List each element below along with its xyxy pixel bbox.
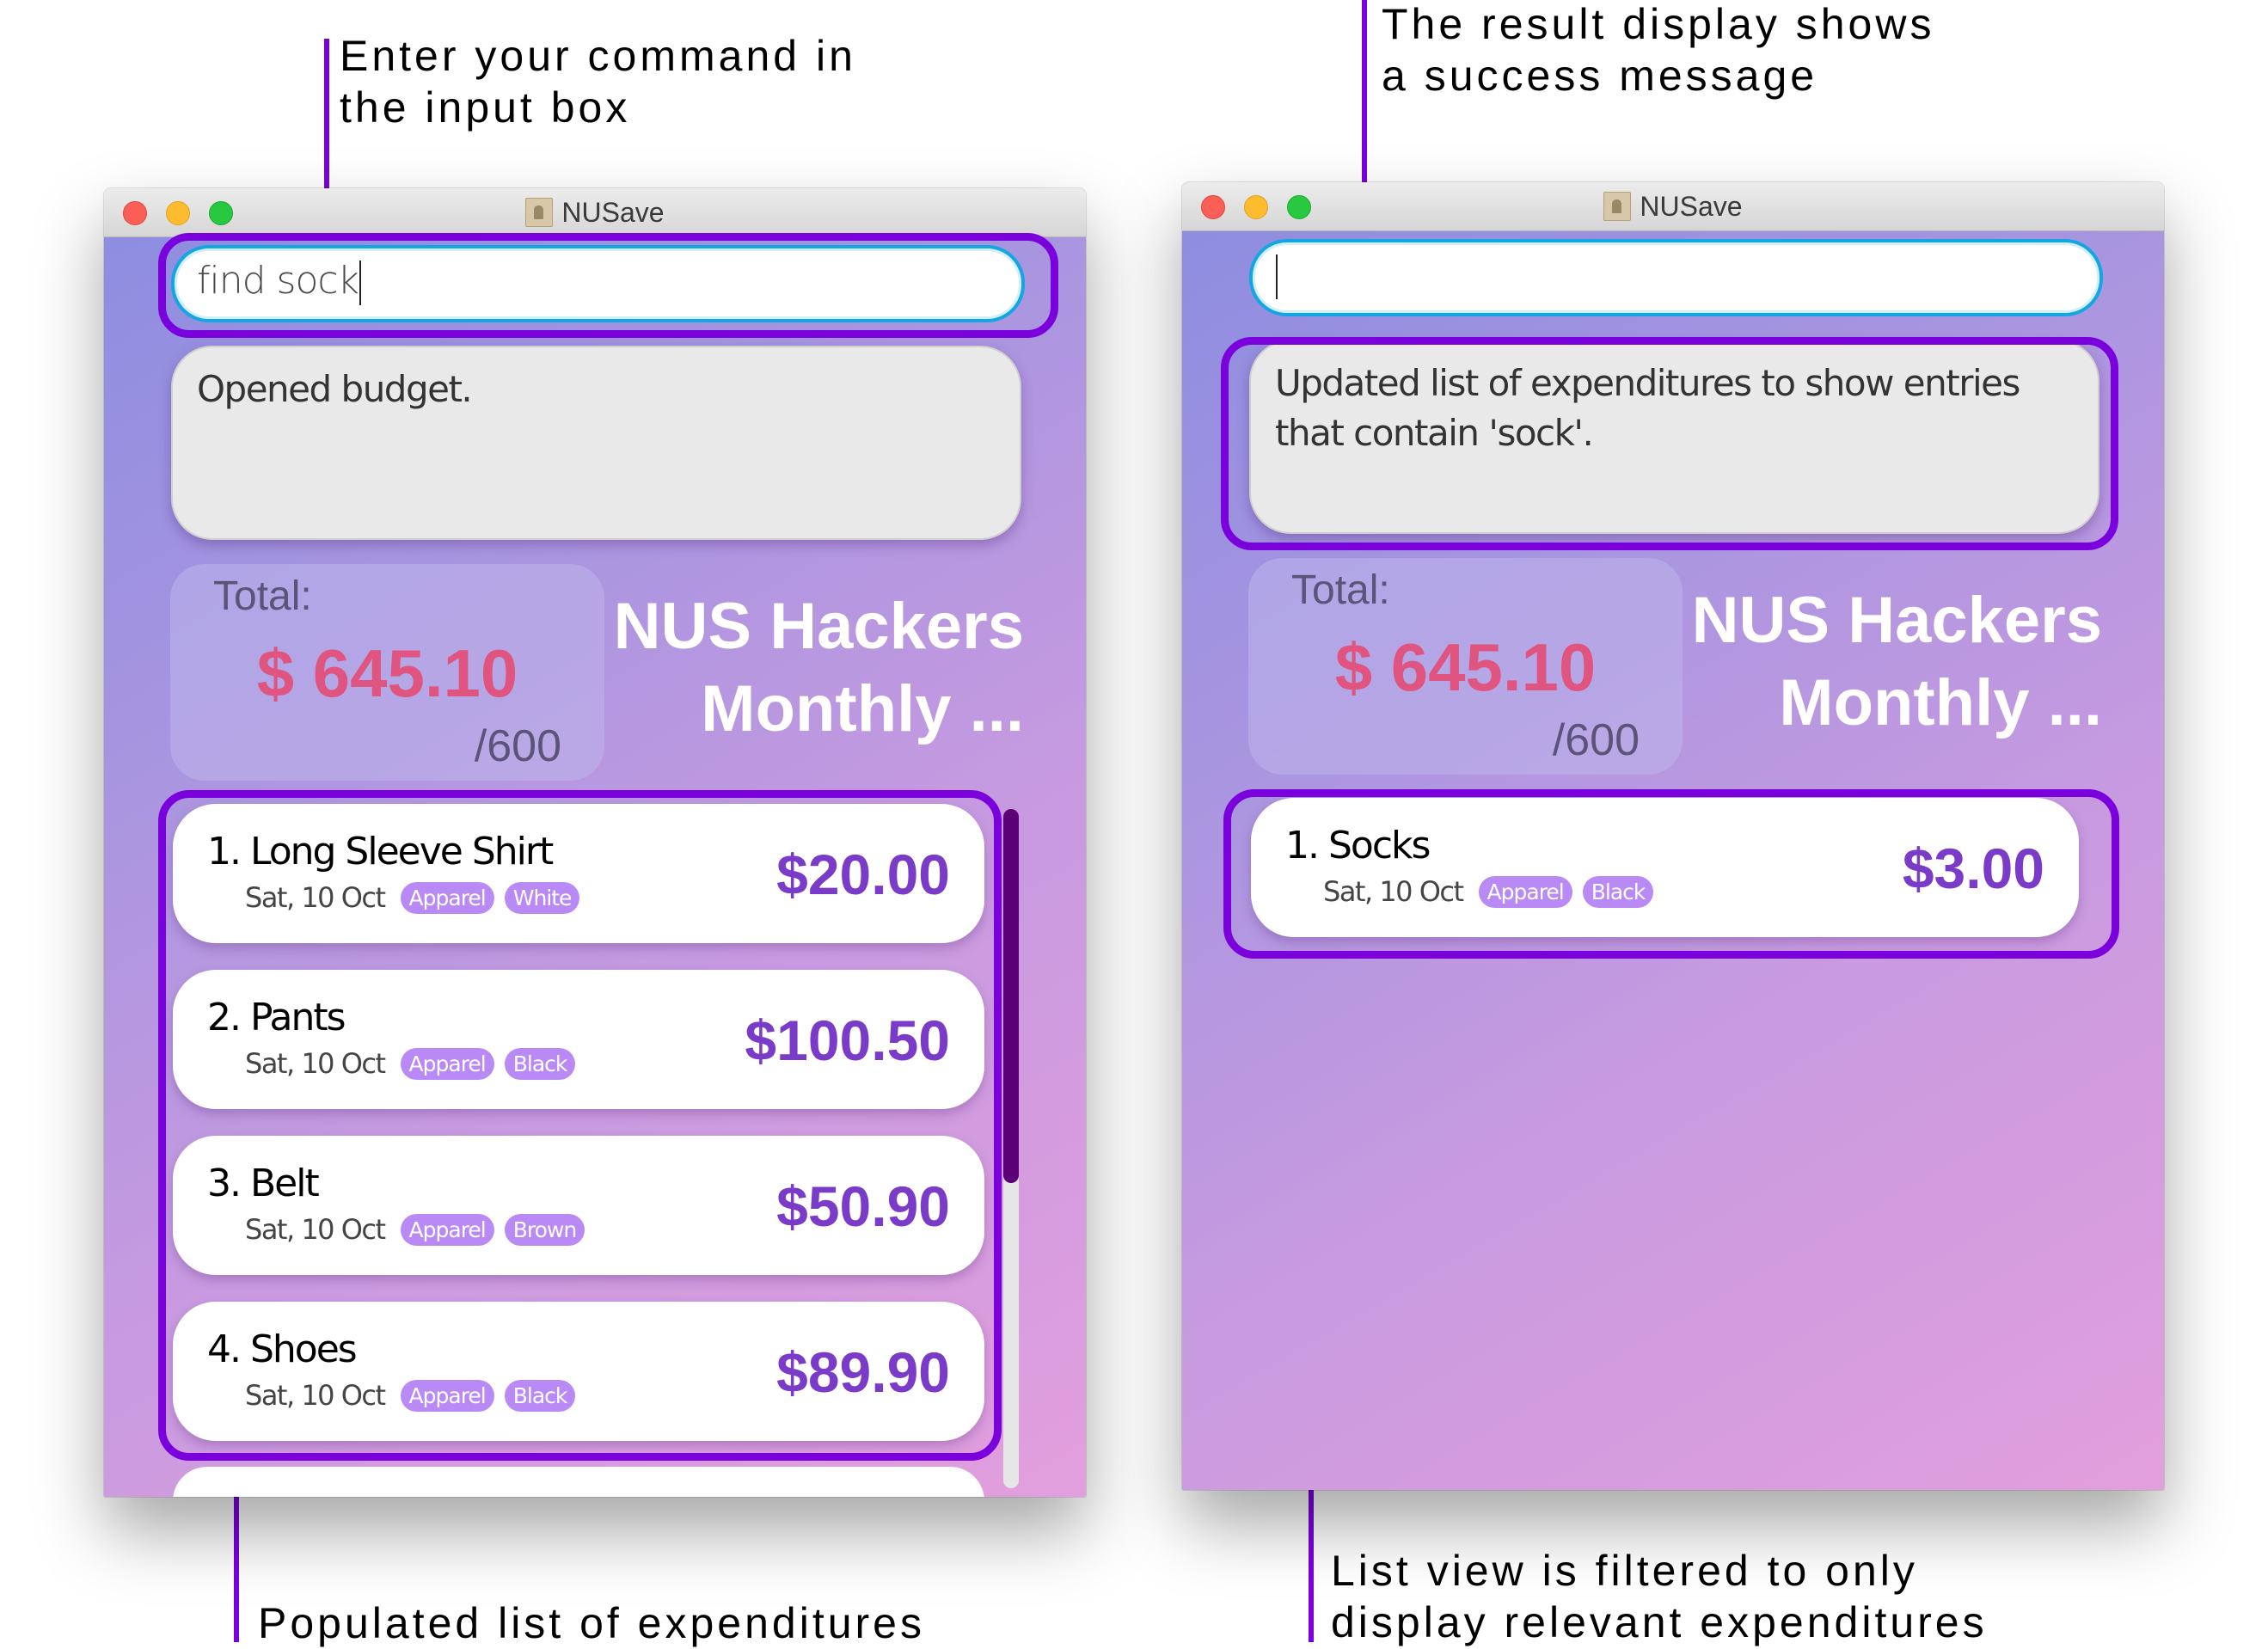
highlight-command-input [158, 233, 1058, 338]
document-icon [1603, 192, 1632, 221]
window-title-text: NUSave [561, 196, 665, 228]
total-label: Total: [1291, 567, 1390, 613]
highlight-result-display [1221, 337, 2118, 550]
annotation-result-display: The result display shows a success messa… [1382, 0, 1935, 100]
command-input-value[interactable] [1275, 253, 1278, 299]
total-card: Total: $ 645.10 /600 [170, 564, 604, 781]
text-caret [1276, 254, 1278, 299]
highlight-expenditure-list [158, 790, 1002, 1461]
highlight-filtered-list [1223, 789, 2119, 959]
annotation-filtered-list: List view is filtered to only display re… [1331, 1547, 1988, 1646]
total-label: Total: [213, 573, 312, 619]
window-title-text: NUSave [1640, 190, 1743, 222]
budget-limit: /600 [474, 721, 561, 771]
budget-name: NUS Hackers Monthly ... [1691, 584, 2102, 739]
window-title: NUSave [104, 188, 1086, 236]
list-scrollbar[interactable] [1003, 809, 1019, 1488]
budget-limit: /600 [1552, 715, 1640, 765]
total-amount: $ 645.10 [256, 635, 518, 711]
total-amount: $ 645.10 [1334, 629, 1597, 705]
result-display: Opened budget. [171, 346, 1021, 540]
budget-name: NUS Hackers Monthly ... [613, 590, 1024, 745]
command-input[interactable] [1249, 239, 2103, 316]
title-bar[interactable]: NUSave [104, 188, 1086, 237]
document-icon [525, 198, 554, 227]
window-title: NUSave [1182, 182, 2164, 230]
annotation-populated-list: Populated list of expenditures [258, 1599, 925, 1647]
scrollbar-thumb[interactable] [1003, 809, 1019, 1183]
total-card: Total: $ 645.10 /600 [1248, 558, 1683, 775]
title-bar[interactable]: NUSave [1182, 182, 2164, 231]
expenditure-card-partial[interactable] [173, 1467, 984, 1497]
annotation-input-box: Enter your command in the input box [340, 32, 856, 132]
result-display-text: Opened budget. [197, 368, 473, 410]
